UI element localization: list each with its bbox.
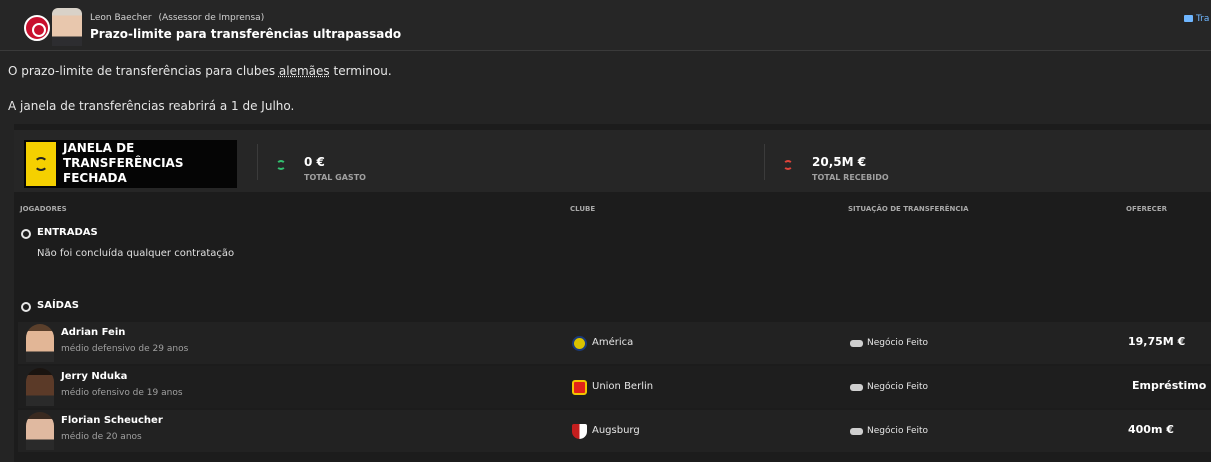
tag-link[interactable]: Tra <box>1184 14 1209 24</box>
message-line-1: O prazo-limite de transferências para cl… <box>8 64 392 78</box>
player-photo[interactable] <box>26 324 54 362</box>
column-header-club[interactable]: Clube <box>570 205 595 213</box>
no-signings-message: Não foi concluída qualquer contratação <box>37 248 235 259</box>
player-name[interactable]: Adrian Fein <box>61 327 125 338</box>
handshake-icon <box>850 428 863 435</box>
outgoing-transfer-icon <box>783 160 793 170</box>
incoming-section-icon <box>21 229 31 239</box>
sender-role: (Assessor de Imprensa) <box>158 13 265 23</box>
player-name[interactable]: Jerry Nduka <box>61 371 127 382</box>
offer-value: 400m € <box>1128 423 1174 436</box>
sender-name[interactable]: Leon Baecher <box>90 13 152 23</box>
outgoing-section-icon <box>21 302 31 312</box>
club-name[interactable]: Augsburg <box>592 425 640 436</box>
column-header-players[interactable]: Jogadores <box>20 205 67 213</box>
table-row[interactable]: Adrian Fein médio defensivo de 29 anos A… <box>18 322 1211 364</box>
offer-value: 19,75M € <box>1128 335 1186 348</box>
total-received-label: Total Recebido <box>812 173 889 182</box>
nation-link[interactable]: alemães <box>279 64 330 78</box>
divider <box>764 144 765 180</box>
transfer-status: Negócio Feito <box>867 426 929 436</box>
summary-bar: Janela de Transferências Fechada 0 € Tot… <box>14 130 1211 192</box>
handshake-icon <box>850 384 863 391</box>
table-row[interactable]: Florian Scheucher médio de 20 anos Augsb… <box>18 410 1211 452</box>
transfer-summary-panel: Janela de Transferências Fechada 0 € Tot… <box>14 124 1211 462</box>
player-photo[interactable] <box>26 412 54 450</box>
message-line-2: A janela de transferências reabrirá a 1 … <box>8 99 295 113</box>
sender-line: Leon Baecher (Assessor de Imprensa) <box>90 13 264 23</box>
club-crest-icon <box>24 15 50 41</box>
club-name[interactable]: Union Berlin <box>592 381 653 392</box>
incoming-section-title: ENTRADAS <box>37 227 98 238</box>
player-name[interactable]: Florian Scheucher <box>61 415 163 426</box>
transfer-status: Negócio Feito <box>867 338 929 348</box>
club-name[interactable]: América <box>592 337 633 348</box>
tag-icon <box>1184 15 1193 22</box>
club-badge-icon <box>572 380 587 395</box>
message-header: Leon Baecher (Assessor de Imprensa) Praz… <box>0 0 1211 51</box>
total-spent-label: Total Gasto <box>304 173 366 182</box>
player-photo[interactable] <box>26 368 54 406</box>
table-row[interactable]: Jerry Nduka médio ofensivo de 19 anos Un… <box>18 366 1211 408</box>
column-header-status[interactable]: Situação de Transferência <box>848 205 969 213</box>
transfer-window-icon <box>26 142 56 186</box>
player-description: médio ofensivo de 19 anos <box>61 388 183 398</box>
total-spent-value: 0 € <box>304 155 325 169</box>
player-description: médio de 20 anos <box>61 432 142 442</box>
player-description: médio defensivo de 29 anos <box>61 344 189 354</box>
column-header-offer[interactable]: Oferecer <box>1126 205 1167 213</box>
transfer-status: Negócio Feito <box>867 382 929 392</box>
outgoing-section-title: SAÍDAS <box>37 300 79 311</box>
club-badge-icon <box>572 424 587 439</box>
message-subject: Prazo-limite para transferências ultrapa… <box>90 27 402 41</box>
window-status-box: Janela de Transferências Fechada <box>24 140 237 188</box>
offer-value: Empréstimo <box>1132 379 1207 392</box>
divider <box>257 144 258 180</box>
club-badge-icon <box>572 336 587 351</box>
incoming-transfer-icon <box>276 160 286 170</box>
total-received-value: 20,5M € <box>812 155 867 169</box>
sender-avatar[interactable] <box>52 8 82 46</box>
window-status-label: Janela de Transferências Fechada <box>63 141 184 185</box>
handshake-icon <box>850 340 863 347</box>
